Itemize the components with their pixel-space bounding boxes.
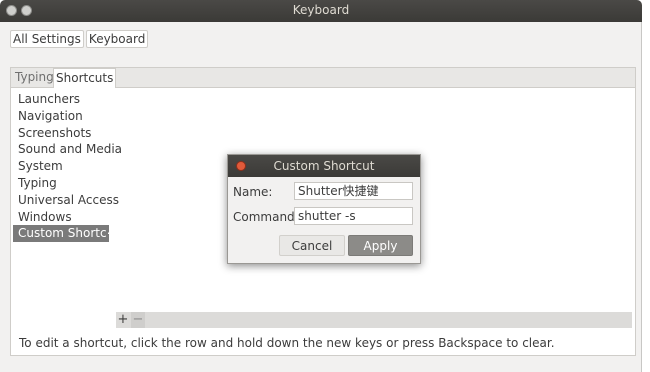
remove-shortcut-button[interactable]: − (131, 312, 145, 328)
custom-shortcut-dialog: Custom Shortcut Name: Shutter快捷键 Command… (227, 154, 421, 264)
window-title: Keyboard (292, 3, 350, 17)
name-field[interactable]: Shutter快捷键 (294, 182, 413, 200)
category-navigation[interactable]: Navigation (13, 108, 113, 125)
command-field[interactable]: shutter -s (294, 207, 413, 225)
category-universal-access[interactable]: Universal Access (13, 192, 119, 209)
apply-button[interactable]: Apply (348, 235, 413, 256)
dialog-title: Custom Shortcut (273, 159, 375, 173)
category-launchers[interactable]: Launchers (13, 91, 113, 108)
window-titlebar: Keyboard (0, 0, 642, 22)
category-windows[interactable]: Windows (13, 209, 113, 226)
help-text: To edit a shortcut, click the row and ho… (19, 336, 555, 350)
category-system[interactable]: System (13, 158, 113, 175)
tab-typing[interactable]: Typing (13, 70, 56, 84)
breadcrumb-keyboard[interactable]: Keyboard (85, 30, 149, 48)
breadcrumb-all-settings[interactable]: All Settings (10, 30, 84, 48)
name-label: Name: (233, 185, 273, 199)
category-screenshots[interactable]: Screenshots (13, 125, 113, 142)
cancel-button[interactable]: Cancel (279, 235, 345, 256)
command-label: Command: (233, 210, 299, 224)
category-sound-and-media[interactable]: Sound and Media (13, 141, 122, 158)
breadcrumb: All Settings Keyboard (10, 30, 149, 48)
add-shortcut-button[interactable]: + (116, 312, 130, 328)
shortcut-category-list: Launchers Navigation Screenshots Sound a… (13, 91, 122, 243)
category-custom-shortcuts[interactable]: Custom Shortc⋯ (13, 225, 119, 243)
dialog-titlebar: Custom Shortcut (228, 155, 420, 177)
tab-bar: Typing Shortcuts (11, 68, 635, 88)
tab-shortcuts[interactable]: Shortcuts (53, 68, 117, 88)
list-toolbar: + − (116, 312, 632, 328)
category-typing[interactable]: Typing (13, 175, 113, 192)
